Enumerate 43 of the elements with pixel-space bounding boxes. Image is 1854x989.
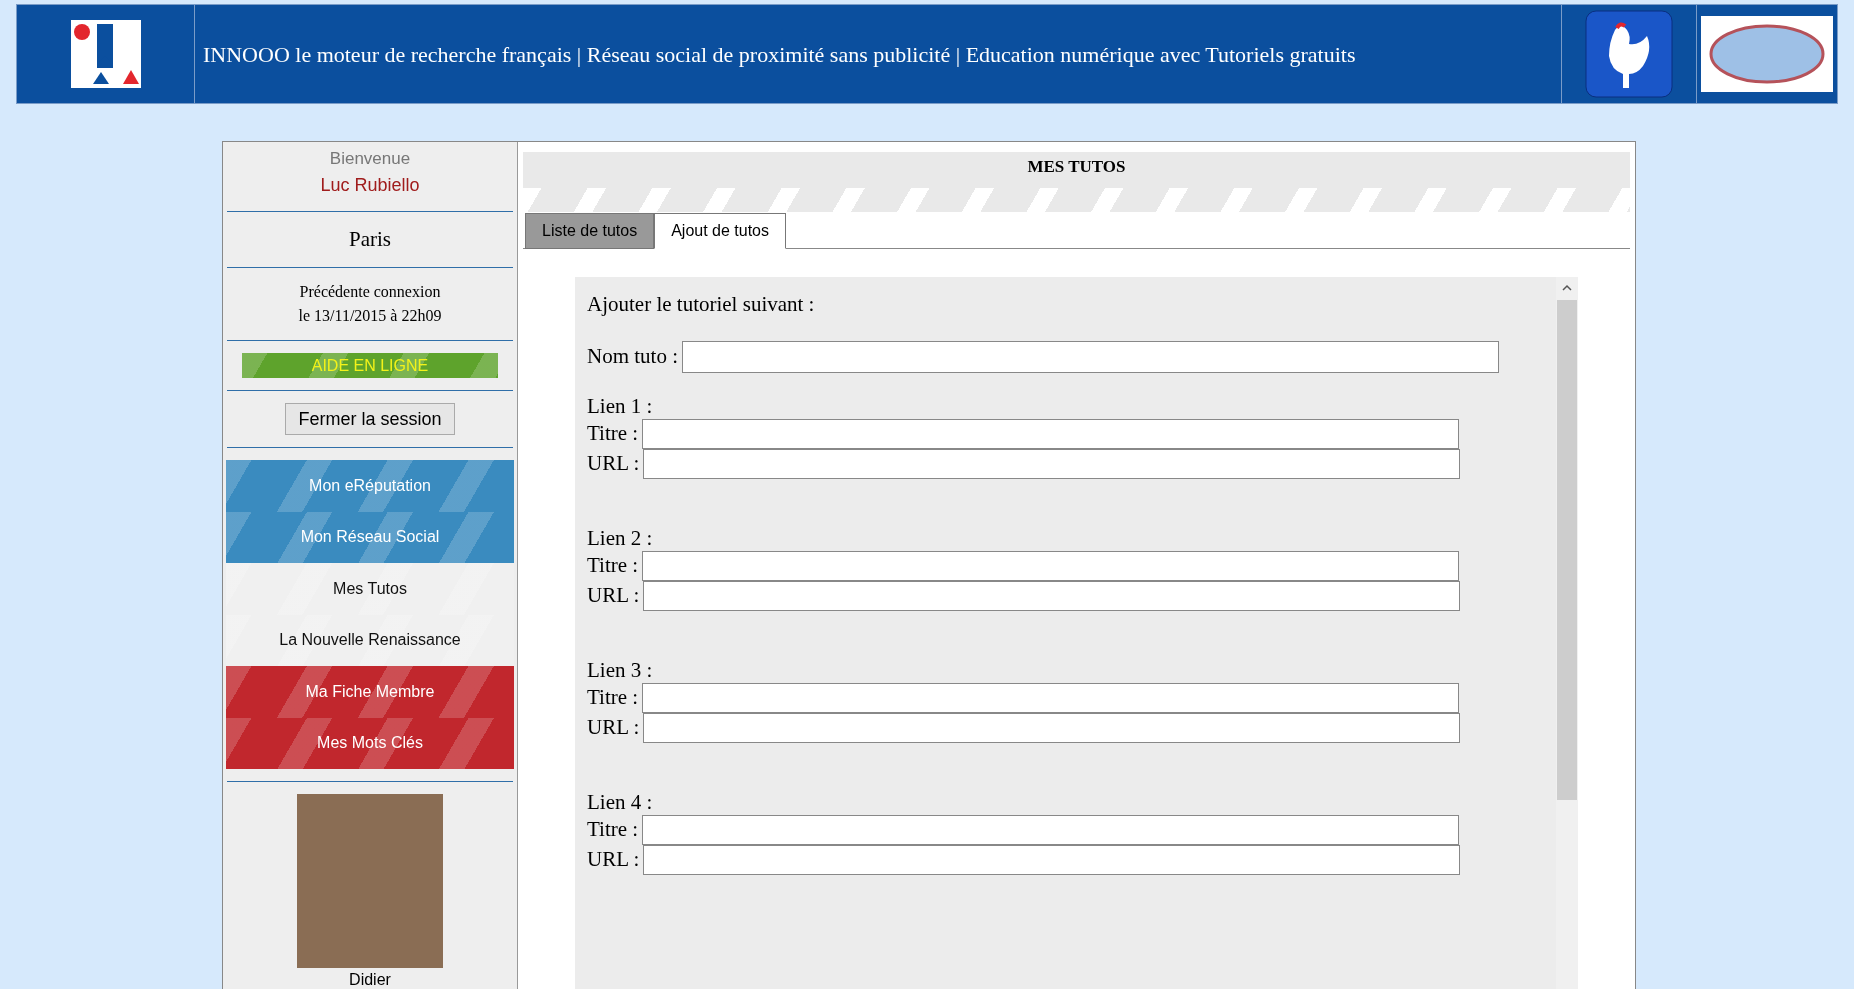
menu-item[interactable]: Ma Fiche Membre: [226, 666, 514, 718]
link-label: Lien 4 :: [587, 788, 654, 815]
welcome-text: Bienvenue: [329, 148, 411, 170]
scroll-up-icon[interactable]: [1562, 284, 1572, 292]
menu-item[interactable]: Mon Réseau Social: [226, 511, 514, 563]
link-label: Lien 1 :: [587, 392, 654, 419]
input-field[interactable]: [642, 418, 1460, 449]
scrollbar[interactable]: [1556, 277, 1578, 989]
input-field[interactable]: [642, 814, 1460, 845]
menu-item[interactable]: Mes Mots Clés: [226, 717, 514, 769]
link-label: Lien 2 :: [587, 524, 654, 551]
user-name: Luc Rubiello: [320, 173, 420, 197]
input-field[interactable]: [643, 844, 1461, 875]
input-field[interactable]: [682, 340, 1499, 373]
logo-icon: [1701, 16, 1833, 92]
field-label: Titre :: [587, 683, 639, 711]
field-label: URL :: [587, 845, 640, 873]
logout-button[interactable]: Fermer la session: [285, 403, 455, 435]
field-label: URL :: [587, 581, 640, 609]
menu-item[interactable]: Mon eRéputation: [226, 460, 514, 512]
input-field[interactable]: [643, 580, 1461, 611]
input-field[interactable]: [642, 550, 1460, 581]
page-title: MES TUTOS: [1027, 156, 1126, 178]
field-label: URL :: [587, 449, 640, 477]
input-field[interactable]: [643, 712, 1461, 743]
last-login-text: le 13/11/2015 à 22h09: [298, 306, 442, 326]
input-field[interactable]: [643, 448, 1461, 479]
form-heading: Ajouter le tutoriel suivant :: [587, 291, 816, 318]
field-label: Nom tuto :: [587, 342, 678, 370]
photo-caption: Didier: [349, 970, 391, 989]
logo-icon: [70, 20, 141, 88]
tab[interactable]: Liste de tutos: [525, 213, 655, 249]
header-title: INNOOO le moteur de recherche français | Réseau social de proximité sans publicité | Education numérique avec Tutoriels gratuits: [203, 40, 1356, 69]
last-login-text: Précédente connexion: [299, 282, 441, 302]
tab[interactable]: Ajout de tutos: [654, 213, 786, 249]
city-text: Paris: [349, 225, 391, 253]
field-label: Titre :: [587, 419, 639, 447]
link-label: Lien 3 :: [587, 656, 654, 683]
field-label: Titre :: [587, 815, 639, 843]
field-label: Titre :: [587, 551, 639, 579]
input-field[interactable]: [642, 682, 1460, 713]
field-label: URL :: [587, 713, 640, 741]
rooster-icon: [1585, 10, 1673, 98]
